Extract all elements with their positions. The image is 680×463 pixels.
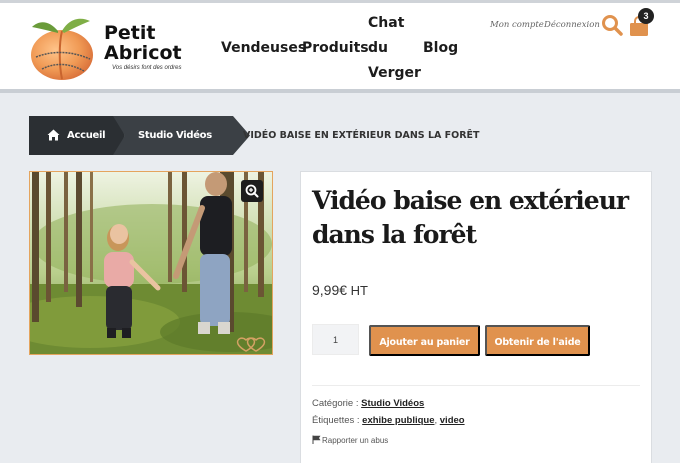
nav-item-vendeuses[interactable]: Vendeuses (221, 36, 306, 61)
product-category: Catégorie : Studio Vidéos (312, 398, 424, 409)
logo-line1: Petit (104, 22, 156, 44)
logo-tagline: Vos désirs font des ordres (112, 65, 182, 71)
logo-line2: Abricot (104, 42, 182, 64)
tag-link[interactable]: video (440, 415, 465, 426)
nav-item-produits[interactable]: Produits (302, 36, 369, 61)
breadcrumb-category[interactable]: Studio Vidéos (113, 116, 250, 155)
cart-count-badge: 3 (638, 8, 654, 24)
zoom-icon[interactable] (241, 180, 263, 202)
tags-label: Étiquettes : (312, 415, 360, 426)
nav-item-blog[interactable]: Blog (423, 36, 458, 61)
category-link[interactable]: Studio Vidéos (361, 398, 424, 409)
home-icon (47, 129, 60, 141)
product-image[interactable] (29, 171, 273, 355)
header-divider (0, 89, 680, 93)
get-help-button[interactable]: Obtenir de l'aide (485, 325, 590, 356)
search-icon[interactable] (601, 14, 623, 36)
category-label: Catégorie : (312, 398, 359, 409)
breadcrumb-current: VIDÉO BAISE EN EXTÉRIEUR DANS LA FORÊT (243, 130, 480, 141)
add-to-cart-button[interactable]: Ajouter au panier (369, 325, 480, 356)
peach-logo-icon (31, 18, 93, 80)
logout-link[interactable]: Déconnexion (544, 20, 600, 30)
price-suffix: HT (350, 283, 369, 298)
breadcrumb-home-label: Accueil (67, 130, 106, 141)
breadcrumb-home[interactable]: Accueil (29, 116, 125, 155)
price-amount: 9,99€ (312, 282, 348, 298)
report-abuse-link[interactable]: Rapporter un abus (312, 435, 388, 445)
product-tags: Étiquettes : exhibe publique, video (312, 415, 465, 426)
quantity-input[interactable] (312, 324, 359, 355)
product-photo (30, 172, 272, 354)
product-price: 9,99€ HT (312, 282, 368, 298)
product-title: Vidéo baise en extérieur dans la forêt (312, 186, 629, 249)
logo-wordmark: Petit Abricot (104, 23, 182, 63)
flag-icon (312, 435, 321, 444)
report-abuse-label: Rapporter un abus (322, 436, 389, 445)
meta-divider (312, 385, 640, 386)
site-header: Petit Abricot Vos désirs font des ordres… (0, 3, 680, 89)
my-account-link[interactable]: Mon compte (490, 20, 544, 30)
nav-item-chat-du-verger[interactable]: Chat du Verger (368, 11, 421, 86)
tag-link[interactable]: exhibe publique (362, 415, 434, 426)
site-logo[interactable]: Petit Abricot Vos désirs font des ordres (28, 13, 198, 89)
